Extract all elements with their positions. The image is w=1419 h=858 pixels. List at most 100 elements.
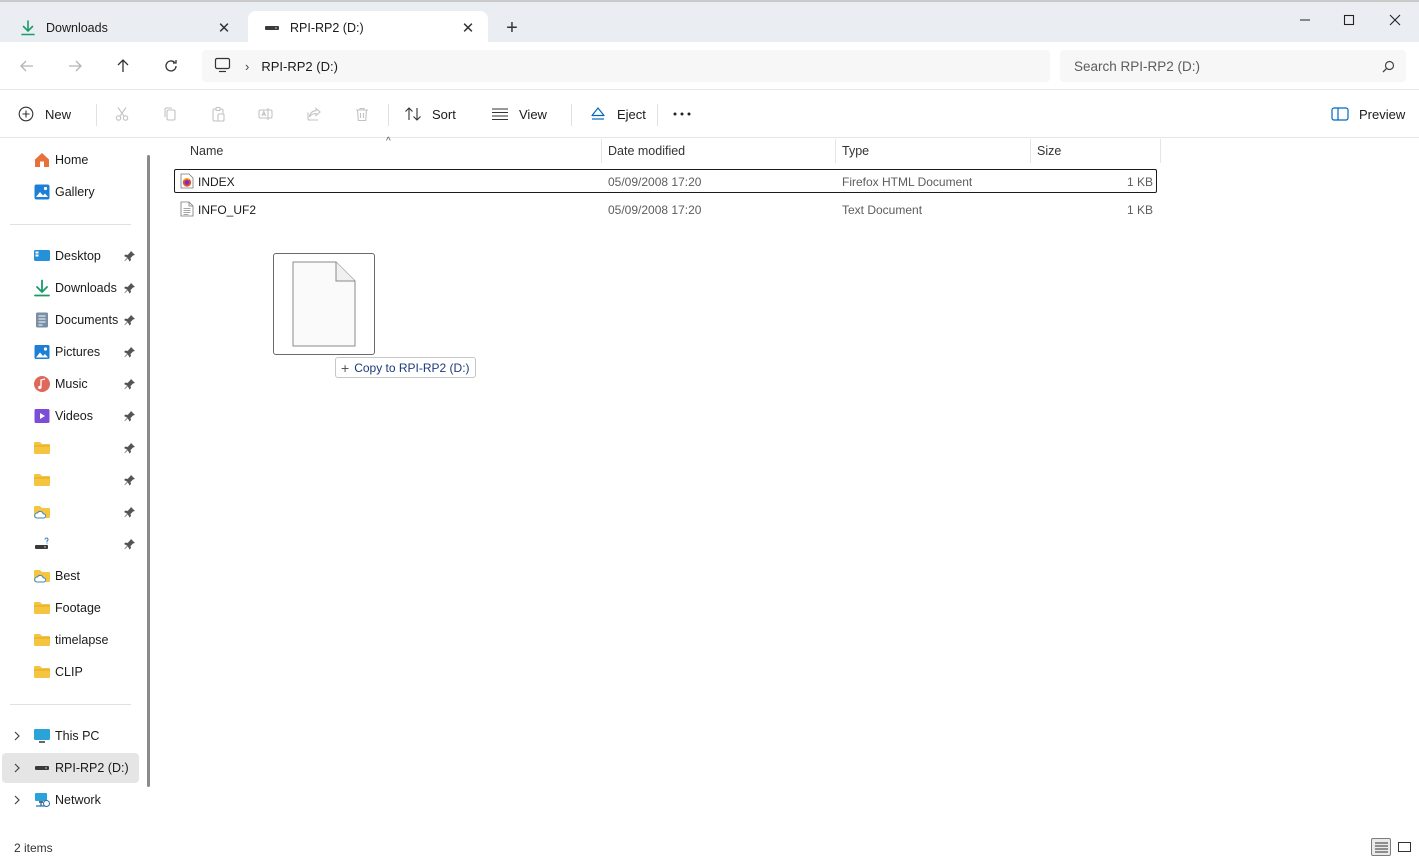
pin-icon[interactable] xyxy=(123,473,137,487)
sidebar-scrollbar[interactable] xyxy=(147,155,150,787)
sidebar-item-desktop[interactable]: Desktop xyxy=(2,241,139,271)
close-window-button[interactable] xyxy=(1372,4,1418,36)
file-row-info-uf2[interactable]: INFO_UF2 05/09/2008 17:20 Text Document … xyxy=(174,197,1157,221)
folder-icon xyxy=(33,663,51,681)
sidebar-item-folder[interactable] xyxy=(2,433,139,463)
sidebar-item-downloads[interactable]: Downloads xyxy=(2,273,139,303)
chevron-right-icon[interactable]: › xyxy=(245,59,249,74)
tab-label: RPI-RP2 (D:) xyxy=(290,20,364,35)
this-pc-icon[interactable] xyxy=(214,57,231,76)
breadcrumb[interactable]: › RPI-RP2 (D:) xyxy=(202,50,1050,82)
close-tab-icon[interactable]: ✕ xyxy=(454,14,482,42)
sidebar-item-pictures[interactable]: Pictures xyxy=(2,337,139,367)
column-date-label: Date modified xyxy=(608,144,686,158)
sidebar-item-cloud-folder[interactable] xyxy=(2,497,139,527)
preview-button[interactable]: Preview xyxy=(1330,98,1405,130)
details-view-icon xyxy=(1374,842,1388,852)
details-view-button[interactable] xyxy=(1371,838,1391,856)
sidebar-item-label: Gallery xyxy=(55,185,95,199)
sidebar-item-folder[interactable] xyxy=(2,465,139,495)
minimize-button[interactable] xyxy=(1282,4,1328,36)
pin-icon[interactable] xyxy=(123,313,137,327)
forward-arrow-icon xyxy=(69,60,82,72)
new-button-label: New xyxy=(45,106,72,122)
divider xyxy=(96,104,97,126)
sidebar-item-home[interactable]: Home xyxy=(2,145,139,175)
rename-button[interactable] xyxy=(248,98,284,130)
sidebar-item-label: RPI-RP2 (D:) xyxy=(55,761,129,775)
chevron-right-icon[interactable] xyxy=(10,761,24,775)
pin-icon[interactable] xyxy=(123,377,137,391)
network-drive-icon xyxy=(33,535,51,553)
search-box[interactable] xyxy=(1060,50,1406,82)
forward-button[interactable] xyxy=(59,50,91,82)
drive-icon xyxy=(33,759,51,777)
eject-button[interactable]: Eject xyxy=(588,98,646,130)
column-header-type[interactable]: Type xyxy=(836,139,1031,163)
sidebar-item-network[interactable]: Network xyxy=(2,785,139,815)
home-icon xyxy=(33,151,51,169)
chevron-right-icon[interactable] xyxy=(10,729,24,743)
maximize-button[interactable] xyxy=(1326,4,1372,36)
sidebar-item-footage[interactable]: Footage xyxy=(2,593,139,623)
file-row-index[interactable]: INDEX 05/09/2008 17:20 Firefox HTML Docu… xyxy=(174,169,1157,193)
pin-icon[interactable] xyxy=(123,441,137,455)
music-icon xyxy=(33,375,51,393)
tiles-view-button[interactable] xyxy=(1394,838,1414,856)
pin-icon[interactable] xyxy=(123,345,137,359)
sidebar-item-music[interactable]: Music xyxy=(2,369,139,399)
refresh-button[interactable] xyxy=(155,50,187,82)
eject-label: Eject xyxy=(617,106,646,122)
up-arrow-icon xyxy=(117,59,129,72)
sidebar-item-clip[interactable]: CLIP xyxy=(2,657,139,687)
back-arrow-icon xyxy=(20,60,33,72)
column-header-size[interactable]: Size xyxy=(1031,139,1161,163)
sidebar-item-label: Best xyxy=(55,569,81,583)
drop-tooltip: + Copy to RPI-RP2 (D:) xyxy=(335,357,476,378)
divider xyxy=(571,104,572,126)
pin-icon[interactable] xyxy=(123,409,137,423)
refresh-icon xyxy=(165,60,177,72)
sidebar-item-best[interactable]: Best xyxy=(2,561,139,591)
column-header-name[interactable]: Name xyxy=(184,139,602,163)
pin-icon[interactable] xyxy=(123,249,137,263)
network-icon xyxy=(33,791,51,809)
pin-icon[interactable] xyxy=(123,537,137,551)
chevron-right-icon[interactable] xyxy=(10,793,24,807)
folder-icon xyxy=(33,439,51,457)
file-list: Name ^ Date modified Type Size INDEX 05/… xyxy=(156,136,1419,836)
sidebar-item-this-pc[interactable]: This PC xyxy=(2,721,139,751)
pin-icon[interactable] xyxy=(123,505,137,519)
sidebar-item-timelapse[interactable]: timelapse xyxy=(2,625,139,655)
column-header-date[interactable]: Date modified xyxy=(602,139,836,163)
sort-ascending-icon: ^ xyxy=(386,136,391,147)
tab-rpi-rp2[interactable]: RPI-RP2 (D:) ✕ xyxy=(248,11,488,44)
sort-button[interactable]: Sort xyxy=(403,98,456,130)
view-button[interactable]: View xyxy=(490,98,547,130)
delete-button[interactable] xyxy=(344,98,380,130)
sidebar-item-rpi-rp2[interactable]: RPI-RP2 (D:) xyxy=(2,753,139,783)
cut-button[interactable] xyxy=(104,98,140,130)
back-button[interactable] xyxy=(11,50,43,82)
column-type-label: Type xyxy=(842,144,870,158)
view-list-icon xyxy=(490,104,510,124)
search-icon[interactable] xyxy=(1370,60,1406,73)
breadcrumb-item[interactable]: RPI-RP2 (D:) xyxy=(261,59,338,74)
new-tab-button[interactable]: + xyxy=(498,14,526,42)
sidebar-item-label: Desktop xyxy=(55,249,101,263)
up-button[interactable] xyxy=(107,50,139,82)
sidebar-item-documents[interactable]: Documents xyxy=(2,305,139,335)
pin-icon[interactable] xyxy=(123,281,137,295)
more-options-button[interactable] xyxy=(664,98,700,130)
share-button[interactable] xyxy=(296,98,332,130)
sidebar-item-videos[interactable]: Videos xyxy=(2,401,139,431)
sidebar-item-network-drive[interactable] xyxy=(2,529,139,559)
search-input[interactable] xyxy=(1074,58,1370,74)
firefox-html-icon xyxy=(179,173,195,189)
copy-button[interactable] xyxy=(152,98,188,130)
sidebar-item-gallery[interactable]: Gallery xyxy=(2,177,139,207)
paste-button[interactable] xyxy=(200,98,236,130)
close-tab-icon[interactable]: ✕ xyxy=(210,14,238,42)
new-button[interactable]: New xyxy=(16,98,71,130)
tab-downloads[interactable]: Downloads ✕ xyxy=(4,11,244,44)
